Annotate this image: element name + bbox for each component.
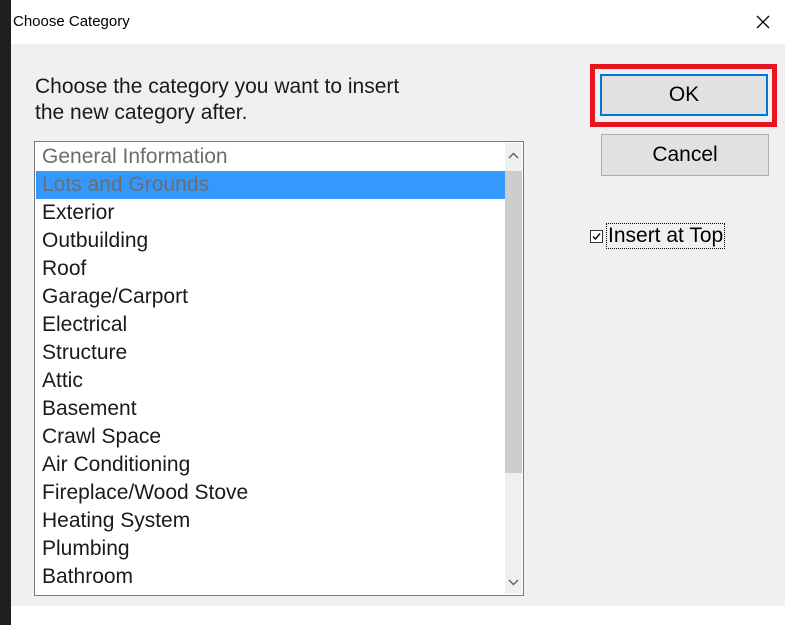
list-item[interactable]: General Information <box>36 143 507 171</box>
ok-button[interactable]: OK <box>600 74 768 116</box>
choose-category-dialog: Choose Category Choose the category you … <box>0 0 785 625</box>
window-left-border <box>0 0 11 625</box>
chevron-up-icon <box>508 146 519 164</box>
list-item[interactable]: Fireplace/Wood Stove <box>36 479 507 507</box>
vertical-scrollbar[interactable] <box>505 143 522 594</box>
list-item[interactable]: Roof <box>36 255 507 283</box>
list-item[interactable]: Lots and Grounds <box>36 171 507 199</box>
close-button[interactable] <box>741 0 785 44</box>
list-item[interactable]: Electrical <box>36 311 507 339</box>
list-item[interactable]: Attic <box>36 367 507 395</box>
list-item[interactable]: Outbuilding <box>36 227 507 255</box>
insert-at-top-checkbox[interactable] <box>590 229 603 243</box>
list-item[interactable]: Air Conditioning <box>36 451 507 479</box>
close-icon <box>755 14 771 30</box>
window-title: Choose Category <box>13 13 130 30</box>
list-item[interactable]: Garage/Carport <box>36 283 507 311</box>
list-item[interactable]: Basement <box>36 395 507 423</box>
list-item[interactable]: Exterior <box>36 199 507 227</box>
insert-at-top-label[interactable]: Insert at Top <box>606 223 726 249</box>
list-item[interactable]: Crawl Space <box>36 423 507 451</box>
insert-at-top-checkbox-row[interactable]: Insert at Top <box>590 222 726 250</box>
list-item[interactable]: Plumbing <box>36 535 507 563</box>
category-list[interactable]: General Information Lots and Grounds Exter… <box>36 143 507 591</box>
scroll-up-button[interactable] <box>505 143 522 167</box>
category-listbox[interactable]: General Information Lots and Grounds Exter… <box>34 141 524 596</box>
window-bottom-edge <box>11 606 785 625</box>
list-item[interactable]: Bathroom <box>36 563 507 591</box>
chevron-down-icon <box>508 573 519 591</box>
list-item[interactable]: Heating System <box>36 507 507 535</box>
list-item[interactable]: Structure <box>36 339 507 367</box>
scroll-down-button[interactable] <box>505 570 522 594</box>
cancel-button[interactable]: Cancel <box>601 134 769 176</box>
checkmark-icon <box>592 232 601 240</box>
title-bar[interactable]: Choose Category <box>11 0 785 44</box>
instruction-text: Choose the category you want to insert t… <box>35 75 400 124</box>
scrollbar-thumb[interactable] <box>505 171 522 473</box>
